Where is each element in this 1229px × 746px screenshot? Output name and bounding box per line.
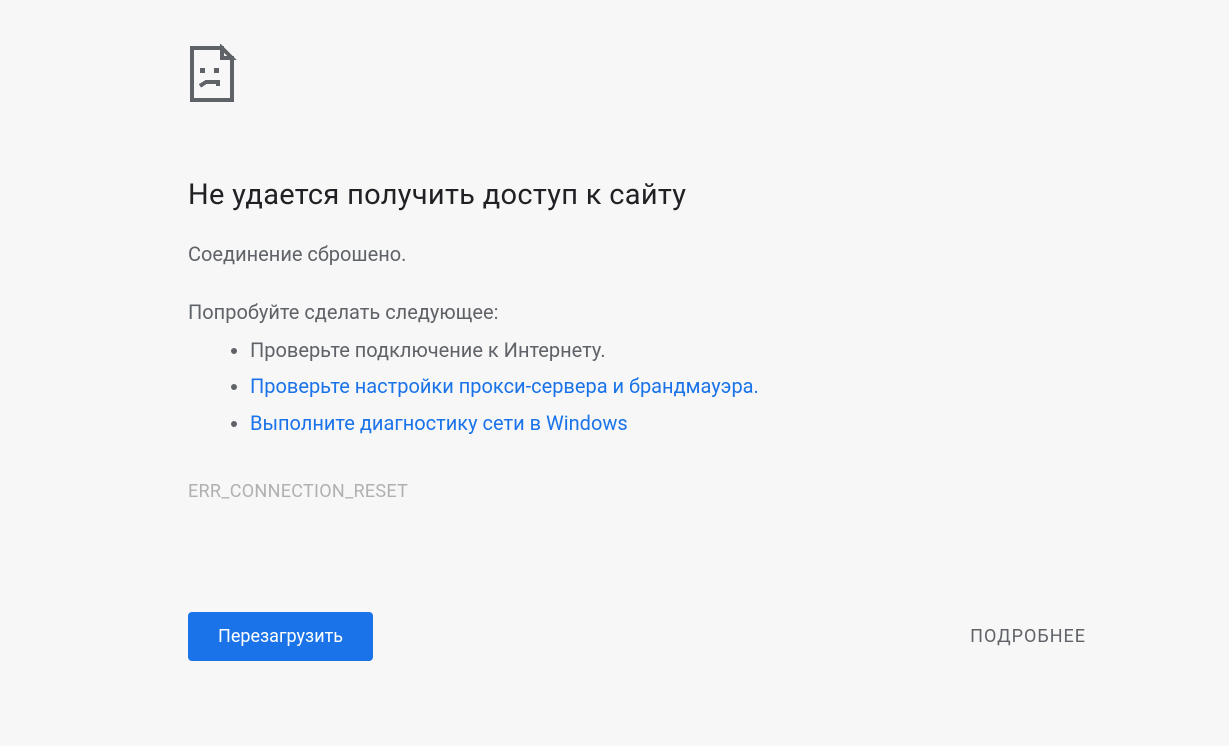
error-icon-container xyxy=(188,44,920,108)
suggestion-text: Проверьте подключение к Интернету. xyxy=(250,338,606,362)
suggestion-check-proxy: Проверьте настройки прокси-сервера и бра… xyxy=(250,368,920,404)
details-button[interactable]: ПОДРОБНЕЕ xyxy=(966,616,1090,657)
reload-button[interactable]: Перезагрузить xyxy=(188,612,373,661)
button-row: Перезагрузить ПОДРОБНЕЕ xyxy=(188,612,1090,661)
error-code: ERR_CONNECTION_RESET xyxy=(188,481,920,502)
error-page-container: Не удается получить доступ к сайту Соеди… xyxy=(0,0,920,661)
proxy-settings-link[interactable]: Проверьте настройки прокси-сервера и бра… xyxy=(250,374,759,398)
sad-page-icon xyxy=(188,44,240,104)
suggestion-diagnostics: Выполните диагностику сети в Windows xyxy=(250,405,920,441)
error-message: Соединение сброшено. xyxy=(188,242,920,266)
error-title: Не удается получить доступ к сайту xyxy=(188,178,920,212)
suggestions-list: Проверьте подключение к Интернету. Прове… xyxy=(188,332,920,441)
network-diagnostics-link[interactable]: Выполните диагностику сети в Windows xyxy=(250,411,628,435)
suggestion-check-connection: Проверьте подключение к Интернету. xyxy=(250,332,920,368)
suggestions-label: Попробуйте сделать следующее: xyxy=(188,300,920,324)
